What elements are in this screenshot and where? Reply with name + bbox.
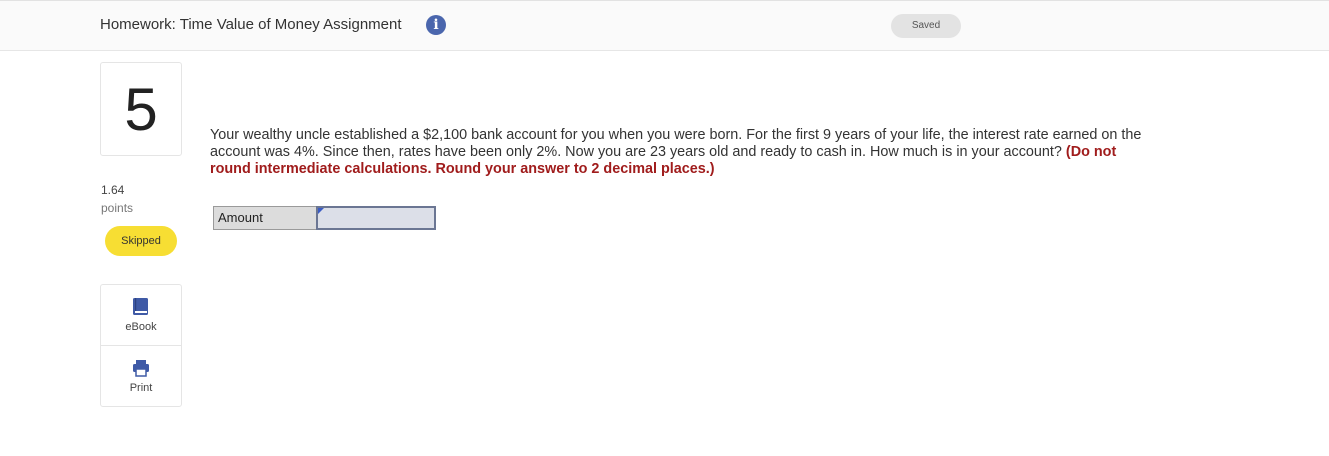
question-body: Your wealthy uncle established a $2,100 … (210, 127, 1142, 160)
skipped-status-badge: Skipped (105, 226, 177, 256)
amount-label: Amount (213, 206, 317, 230)
book-icon (133, 298, 148, 315)
question-text: Your wealthy uncle established a $2,100 … (210, 127, 1150, 178)
print-button[interactable]: Print (101, 346, 181, 407)
question-number: 5 (100, 62, 182, 156)
tools-panel: eBook Print (100, 284, 182, 407)
printer-icon (133, 360, 149, 377)
flag-icon (318, 208, 324, 214)
saved-status-badge: Saved (891, 14, 961, 38)
ebook-label: eBook (125, 321, 157, 333)
answer-row: Amount (213, 206, 436, 230)
top-bar: Homework: Time Value of Money Assignment… (0, 0, 1329, 51)
assignment-title: Homework: Time Value of Money Assignment (100, 16, 402, 33)
points-label: points (101, 201, 134, 215)
amount-input[interactable] (316, 206, 436, 230)
info-icon[interactable]: i (426, 15, 446, 35)
points-value: 1.64 (101, 183, 125, 197)
print-label: Print (129, 382, 153, 394)
ebook-button[interactable]: eBook (101, 285, 181, 346)
